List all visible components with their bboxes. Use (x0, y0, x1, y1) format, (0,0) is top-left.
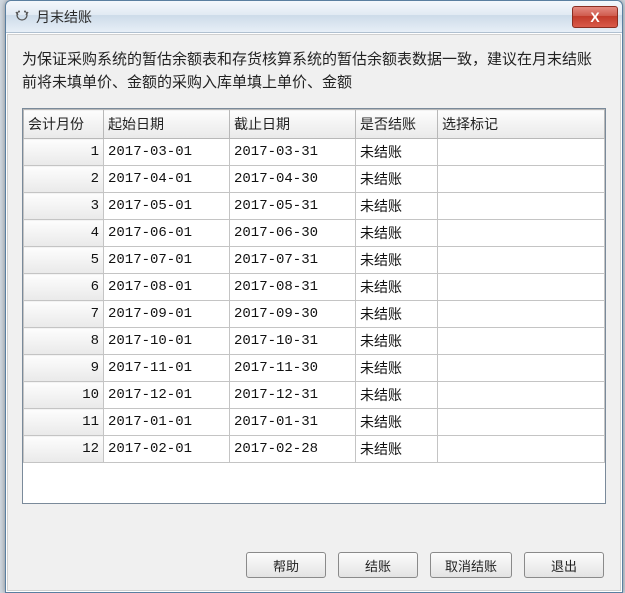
cell-end: 2017-07-31 (230, 247, 356, 274)
cell-mark[interactable] (438, 301, 605, 328)
cell-start: 2017-01-01 (104, 409, 230, 436)
cell-start: 2017-05-01 (104, 193, 230, 220)
titlebar[interactable]: 月末结账 X (6, 1, 622, 33)
cell-end: 2017-11-30 (230, 355, 356, 382)
cell-start: 2017-02-01 (104, 436, 230, 463)
cell-month: 7 (24, 301, 104, 328)
cell-start: 2017-11-01 (104, 355, 230, 382)
cell-end: 2017-10-31 (230, 328, 356, 355)
cell-start: 2017-10-01 (104, 328, 230, 355)
cell-month: 9 (24, 355, 104, 382)
cell-month: 10 (24, 382, 104, 409)
table-row[interactable]: 52017-07-012017-07-31未结账 (24, 247, 605, 274)
cell-start: 2017-12-01 (104, 382, 230, 409)
cell-closed: 未结账 (356, 166, 438, 193)
table-row[interactable]: 112017-01-012017-01-31未结账 (24, 409, 605, 436)
close-button[interactable]: X (572, 6, 618, 28)
table-row[interactable]: 92017-11-012017-11-30未结账 (24, 355, 605, 382)
cell-start: 2017-06-01 (104, 220, 230, 247)
cell-closed: 未结账 (356, 220, 438, 247)
cell-mark[interactable] (438, 409, 605, 436)
cell-closed: 未结账 (356, 139, 438, 166)
cell-end: 2017-04-30 (230, 166, 356, 193)
cell-closed: 未结账 (356, 274, 438, 301)
cell-closed: 未结账 (356, 436, 438, 463)
cell-mark[interactable] (438, 247, 605, 274)
cell-start: 2017-08-01 (104, 274, 230, 301)
client-area: 为保证采购系统的暂估余额表和存货核算系统的暂估余额表数据一致，建议在月末结账前将… (7, 34, 621, 591)
cell-mark[interactable] (438, 382, 605, 409)
cell-mark[interactable] (438, 328, 605, 355)
cell-closed: 未结账 (356, 382, 438, 409)
cell-start: 2017-09-01 (104, 301, 230, 328)
cell-end: 2017-06-30 (230, 220, 356, 247)
cell-closed: 未结账 (356, 301, 438, 328)
table-row[interactable]: 82017-10-012017-10-31未结账 (24, 328, 605, 355)
col-header-end[interactable]: 截止日期 (230, 110, 356, 139)
table-row[interactable]: 12017-03-012017-03-31未结账 (24, 139, 605, 166)
cell-month: 4 (24, 220, 104, 247)
cell-end: 2017-08-31 (230, 274, 356, 301)
cell-start: 2017-04-01 (104, 166, 230, 193)
header-row: 会计月份 起始日期 截止日期 是否结账 选择标记 (24, 110, 605, 139)
table-row[interactable]: 32017-05-012017-05-31未结账 (24, 193, 605, 220)
cell-month: 11 (24, 409, 104, 436)
table-row[interactable]: 62017-08-012017-08-31未结账 (24, 274, 605, 301)
cell-month: 12 (24, 436, 104, 463)
cell-mark[interactable] (438, 139, 605, 166)
cell-month: 8 (24, 328, 104, 355)
cell-month: 1 (24, 139, 104, 166)
table-row[interactable]: 42017-06-012017-06-30未结账 (24, 220, 605, 247)
col-header-start[interactable]: 起始日期 (104, 110, 230, 139)
cell-end: 2017-01-31 (230, 409, 356, 436)
cell-closed: 未结账 (356, 328, 438, 355)
col-header-closed[interactable]: 是否结账 (356, 110, 438, 139)
table-row[interactable]: 102017-12-012017-12-31未结账 (24, 382, 605, 409)
cell-end: 2017-03-31 (230, 139, 356, 166)
cell-end: 2017-09-30 (230, 301, 356, 328)
cell-mark[interactable] (438, 274, 605, 301)
cell-end: 2017-02-28 (230, 436, 356, 463)
cell-end: 2017-05-31 (230, 193, 356, 220)
cell-month: 6 (24, 274, 104, 301)
exit-button[interactable]: 退出 (524, 552, 604, 578)
cell-mark[interactable] (438, 355, 605, 382)
cell-closed: 未结账 (356, 355, 438, 382)
cell-mark[interactable] (438, 166, 605, 193)
table-row[interactable]: 22017-04-012017-04-30未结账 (24, 166, 605, 193)
cell-mark[interactable] (438, 436, 605, 463)
cancel-close-button[interactable]: 取消结账 (430, 552, 512, 578)
cell-mark[interactable] (438, 220, 605, 247)
info-text: 为保证采购系统的暂估余额表和存货核算系统的暂估余额表数据一致，建议在月末结账前将… (22, 49, 606, 94)
close-month-button[interactable]: 结账 (338, 552, 418, 578)
col-header-mark[interactable]: 选择标记 (438, 110, 605, 139)
cell-month: 3 (24, 193, 104, 220)
app-icon (14, 9, 30, 25)
table-row[interactable]: 72017-09-012017-09-30未结账 (24, 301, 605, 328)
col-header-month[interactable]: 会计月份 (24, 110, 104, 139)
data-grid[interactable]: 会计月份 起始日期 截止日期 是否结账 选择标记 12017-03-012017… (22, 108, 606, 504)
window-title: 月末结账 (36, 7, 572, 27)
help-button[interactable]: 帮助 (246, 552, 326, 578)
cell-start: 2017-03-01 (104, 139, 230, 166)
cell-month: 5 (24, 247, 104, 274)
cell-closed: 未结账 (356, 193, 438, 220)
cell-mark[interactable] (438, 193, 605, 220)
cell-closed: 未结账 (356, 409, 438, 436)
cell-closed: 未结账 (356, 247, 438, 274)
button-row: 帮助 结账 取消结账 退出 (246, 552, 604, 578)
cell-start: 2017-07-01 (104, 247, 230, 274)
table-row[interactable]: 122017-02-012017-02-28未结账 (24, 436, 605, 463)
month-end-closing-window: 月末结账 X 为保证采购系统的暂估余额表和存货核算系统的暂估余额表数据一致，建议… (5, 0, 623, 593)
cell-end: 2017-12-31 (230, 382, 356, 409)
cell-month: 2 (24, 166, 104, 193)
